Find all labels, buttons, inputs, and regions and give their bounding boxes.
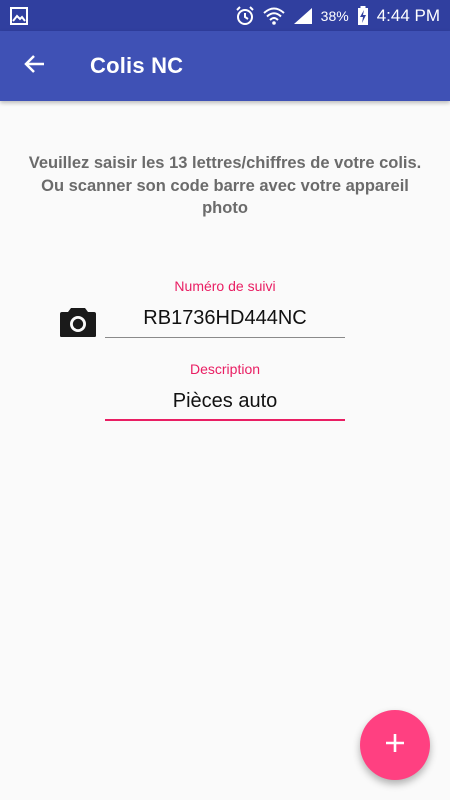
camera-icon xyxy=(59,306,97,343)
status-time: 4:44 PM xyxy=(376,5,440,25)
battery-charging-icon xyxy=(357,5,369,26)
arrow-left-icon xyxy=(23,52,47,81)
gallery-icon xyxy=(10,6,28,25)
scan-barcode-button[interactable] xyxy=(58,305,98,343)
app-bar: Colis NC xyxy=(0,31,450,101)
instructions-text: Veuillez saisir les 13 lettres/chiffres … xyxy=(28,154,422,217)
add-parcel-button[interactable] xyxy=(360,710,430,780)
back-button[interactable] xyxy=(0,31,70,101)
alarm-icon xyxy=(235,5,255,26)
description-label: Description xyxy=(189,361,261,377)
battery-percent: 38% xyxy=(320,7,349,24)
signal-icon xyxy=(293,7,313,25)
plus-icon xyxy=(384,732,406,759)
status-bar: 38% 4:44 PM xyxy=(0,0,450,31)
tracking-number-label: Numéro de suivi xyxy=(174,278,276,294)
page-title: Colis NC xyxy=(90,53,184,78)
description-input[interactable] xyxy=(105,389,345,421)
tracking-number-input[interactable] xyxy=(105,306,345,338)
wifi-icon xyxy=(262,7,285,25)
